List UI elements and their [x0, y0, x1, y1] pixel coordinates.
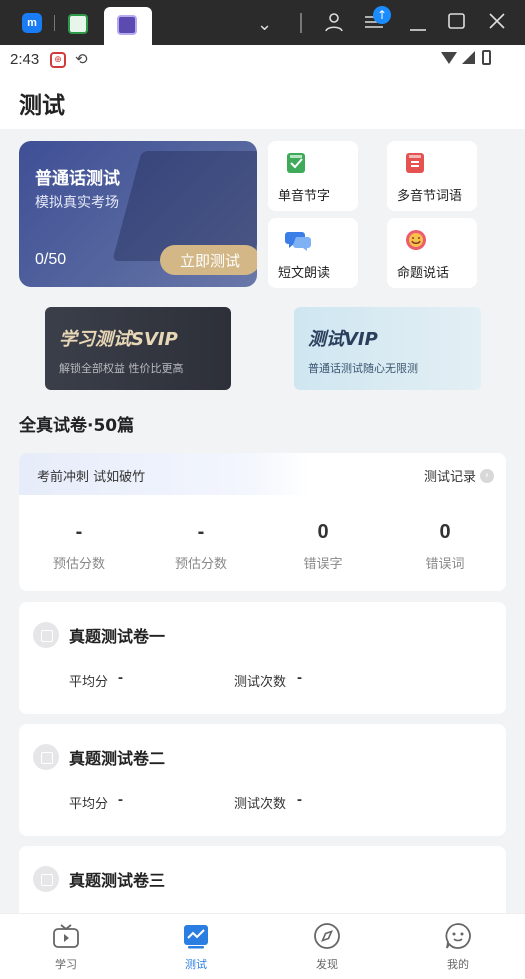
mode-label: 单音节字: [278, 189, 331, 204]
nav-label: 我的: [447, 958, 469, 971]
bottom-nav: 学习 测试 发现 我的: [0, 913, 525, 979]
active-tab[interactable]: [104, 7, 152, 45]
minimize-icon[interactable]: [409, 12, 427, 37]
test-progress: 0/50: [35, 251, 67, 268]
red-book-icon: [403, 151, 429, 175]
mode-multi-syllable[interactable]: 多音节词语: [387, 141, 477, 211]
svip-banner[interactable]: 学习测试SVIP 解锁全部权益 性价比更高: [45, 307, 231, 390]
stat-label: 错误字: [303, 557, 343, 572]
card-title: 普通话测试: [35, 169, 120, 189]
nav-item-study[interactable]: 学习: [21, 922, 111, 972]
test-count-value: -: [297, 791, 302, 808]
nav-item-mine[interactable]: 我的: [413, 922, 503, 972]
mode-label: 命题说话: [397, 266, 450, 281]
vip-banner[interactable]: 测试VIP 普通话测试随心无限测: [294, 307, 481, 390]
paper-title: 真题测试卷一: [69, 627, 166, 646]
paper-icon: [33, 622, 59, 648]
close-icon[interactable]: [488, 12, 506, 35]
stat-item: 0 错误字: [268, 521, 378, 572]
putonghua-test-card[interactable]: 普通话测试 模拟真实考场 0/50 立即测试: [19, 141, 257, 287]
stat-item: - 预估分数: [146, 521, 256, 572]
start-test-button[interactable]: 立即测试: [160, 245, 257, 275]
test-record-link[interactable]: 测试记录 ›: [424, 466, 494, 485]
green-book-icon: [284, 151, 310, 175]
vip-title: 测试VIP: [308, 329, 378, 350]
avg-score-label: 平均分: [69, 675, 109, 690]
chart-icon: [182, 922, 210, 950]
avg-score-value: -: [118, 791, 123, 808]
stat-value: 0: [439, 521, 451, 543]
avg-score-value: -: [118, 669, 123, 686]
nav-label: 测试: [185, 958, 207, 971]
mode-passage-reading[interactable]: 短文朗读: [268, 218, 358, 288]
divider: [54, 15, 55, 31]
paper-title: 真题测试卷二: [69, 749, 166, 768]
svip-subtitle: 解锁全部权益 性价比更高: [59, 362, 184, 375]
window-titlebar: m ⌄ ↑: [0, 0, 525, 45]
section-title: 全真试卷·50篇: [19, 416, 135, 436]
nav-item-discover[interactable]: 发现: [282, 922, 372, 972]
test-count-label: 测试次数: [234, 797, 287, 812]
paper-card[interactable]: 真题测试卷一 平均分 - 测试次数 -: [19, 602, 506, 714]
notification-icon: ⊕: [50, 52, 66, 68]
divider: [300, 13, 302, 33]
status-bar: 2:43 ⊕ ⟲: [0, 45, 525, 75]
sync-icon: ⟲: [75, 50, 88, 68]
paper-icon: [33, 866, 59, 892]
paper-icon: [33, 744, 59, 770]
wifi-icon: [441, 52, 457, 64]
nav-item-test[interactable]: 测试: [151, 922, 241, 972]
mode-label: 多音节词语: [397, 189, 463, 204]
status-time: 2:43: [10, 51, 40, 68]
face-icon: [444, 922, 472, 950]
stat-label: 预估分数: [174, 557, 227, 572]
card-subtitle: 模拟真实考场: [35, 195, 119, 211]
avg-score-label: 平均分: [69, 797, 109, 812]
chevron-right-icon: ›: [480, 468, 494, 483]
page-header: 测试: [0, 75, 525, 129]
svip-title: 学习测试SVIP: [59, 329, 178, 350]
paper-card[interactable]: 真题测试卷二 平均分 - 测试次数 -: [19, 724, 506, 836]
stat-label: 预估分数: [52, 557, 105, 572]
compass-icon: [313, 922, 341, 950]
mode-label: 短文朗读: [278, 266, 331, 281]
nav-label: 发现: [316, 958, 338, 971]
vip-subtitle: 普通话测试随心无限测: [308, 362, 418, 375]
stat-value: -: [197, 521, 205, 543]
battery-icon: [482, 50, 491, 65]
mode-topic-speaking[interactable]: 命题说话: [387, 218, 477, 288]
stat-value: -: [75, 521, 83, 543]
tab-app-icon[interactable]: [68, 14, 88, 34]
stat-item: - 预估分数: [24, 521, 134, 572]
tv-icon: [52, 922, 80, 950]
chevron-down-icon[interactable]: ⌄: [257, 14, 272, 35]
stats-card: 考前冲刺 试如破竹 测试记录 › - 预估分数 - 预估分数 0 错误字 0 错…: [19, 453, 506, 591]
page-title: 测试: [19, 93, 65, 119]
stat-label: 错误词: [425, 557, 465, 572]
stat-item: 0 错误词: [390, 521, 500, 572]
mode-single-syllable[interactable]: 单音节字: [268, 141, 358, 211]
paper-title: 真题测试卷三: [69, 871, 166, 890]
record-label: 测试记录: [423, 470, 476, 485]
smiley-bubble-icon: [403, 228, 429, 252]
user-icon[interactable]: [324, 12, 344, 37]
banner-slogan: 考前冲刺 试如破竹: [37, 470, 146, 485]
upload-icon[interactable]: ↑: [373, 6, 391, 24]
stat-value: 0: [317, 521, 329, 543]
test-count-label: 测试次数: [234, 675, 287, 690]
maximize-icon[interactable]: [448, 12, 466, 35]
signal-icon: [462, 51, 475, 64]
app-logo-icon[interactable]: m: [22, 13, 42, 33]
nav-label: 学习: [55, 958, 77, 971]
chat-bubbles-icon: [284, 228, 311, 252]
test-count-value: -: [297, 669, 302, 686]
tab-app-icon: [117, 15, 137, 35]
